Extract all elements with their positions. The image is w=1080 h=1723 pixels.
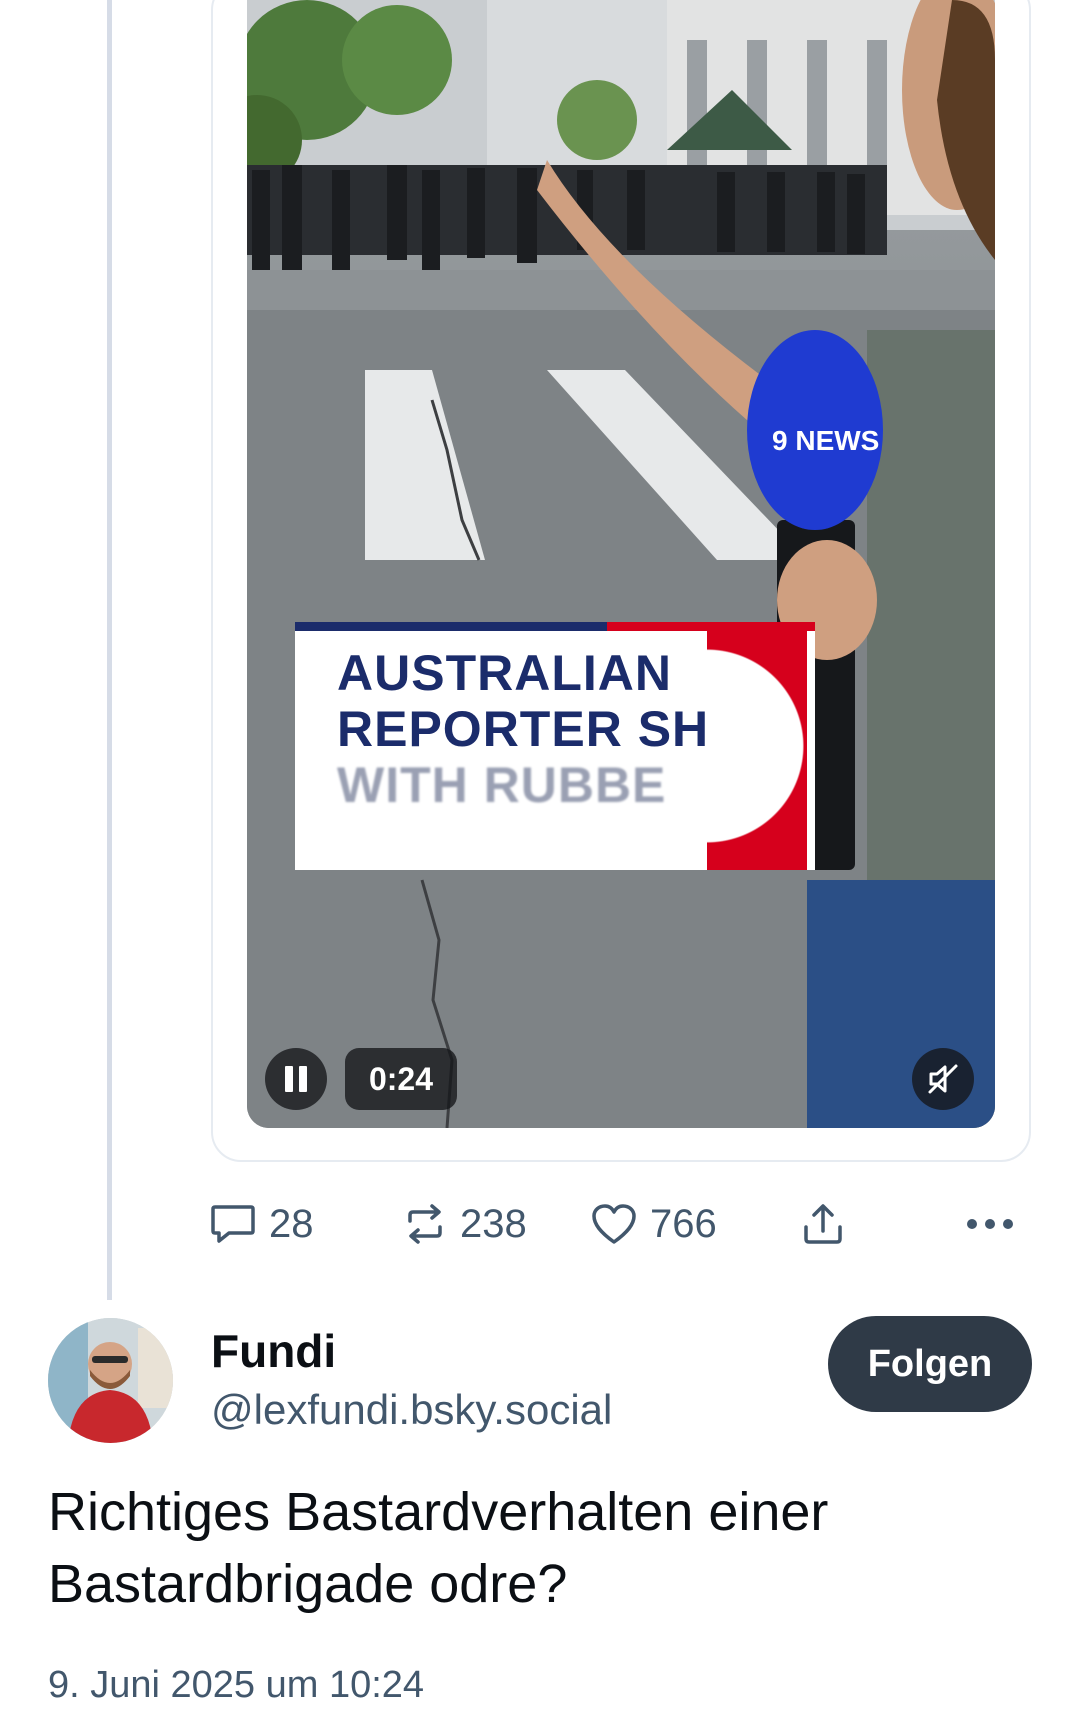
pause-button[interactable] (265, 1048, 327, 1110)
more-options-icon (966, 1218, 1014, 1230)
author-header: Fundi @lexfundi.bsky.social Folgen (0, 1316, 1080, 1446)
avatar[interactable] (48, 1318, 173, 1443)
author-display-name[interactable]: Fundi (211, 1324, 336, 1378)
repost-count: 238 (460, 1201, 527, 1246)
author-handle[interactable]: @lexfundi.bsky.social (211, 1386, 612, 1434)
post-body-text: Richtiges Bastardverhalten einer Bastard… (48, 1482, 829, 1614)
pause-icon (282, 1066, 310, 1092)
headline-line-1: AUSTRALIAN (337, 645, 672, 701)
repost-icon (402, 1201, 448, 1247)
mute-toggle-button[interactable] (912, 1048, 974, 1110)
like-count: 766 (650, 1201, 717, 1246)
heart-icon (590, 1202, 638, 1246)
like-button[interactable]: 766 (590, 1192, 717, 1256)
mic-brand-text: 9 NEWS (772, 425, 879, 456)
share-button[interactable] (800, 1192, 858, 1256)
repost-button[interactable]: 238 (402, 1192, 527, 1256)
thread-connector-line (107, 0, 112, 1300)
headline-line-3: WITH RUBBE (337, 757, 667, 813)
share-icon (800, 1201, 846, 1247)
news-lower-third: AUSTRALIAN REPORTER SH WITH RUBBE (295, 622, 815, 870)
post-timestamp: 9. Juni 2025 um 10:24 (48, 1664, 425, 1706)
reply-icon (209, 1201, 257, 1247)
red-swoosh-graphic (707, 622, 807, 870)
video-frame: 9 NEWS (247, 0, 995, 1128)
post-action-bar: 28 238 766 (0, 1192, 1080, 1256)
speaker-muted-icon (928, 1064, 958, 1094)
reply-count: 28 (269, 1201, 314, 1246)
video-player[interactable]: 9 NEWS AUSTRALIAN REPORTER SH WITH RUBBE… (247, 0, 995, 1128)
headline-line-2: REPORTER SH (337, 701, 710, 757)
more-options-button[interactable] (966, 1192, 1026, 1256)
video-timestamp: 0:24 (345, 1048, 457, 1110)
reply-button[interactable]: 28 (209, 1192, 314, 1256)
follow-button[interactable]: Folgen (828, 1316, 1032, 1412)
